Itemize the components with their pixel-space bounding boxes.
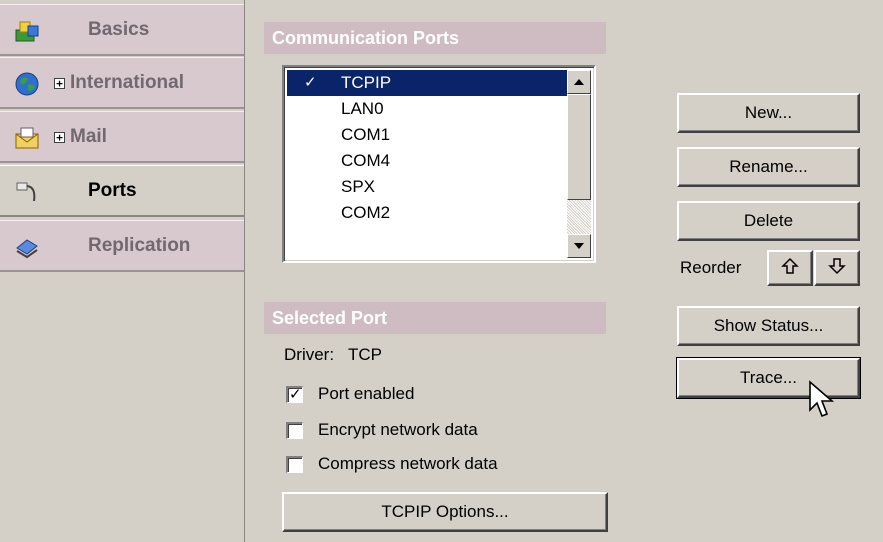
nav-item-ports[interactable]: Ports xyxy=(0,165,244,217)
encrypt-network-data-label[interactable]: Encrypt network data xyxy=(318,420,478,440)
settings-nav: Basics + International + Mail Ports Repl… xyxy=(0,0,245,542)
list-item[interactable]: LAN0 xyxy=(287,96,570,122)
nav-item-label: Ports xyxy=(88,180,137,201)
port-enabled-label[interactable]: Port enabled xyxy=(318,384,414,404)
encrypt-network-data-checkbox[interactable] xyxy=(286,422,303,439)
checkmark-icon: ✓ xyxy=(289,385,302,403)
nav-item-mail[interactable]: + Mail xyxy=(0,111,244,163)
new-button[interactable]: New... xyxy=(677,93,860,133)
list-item[interactable]: COM1 xyxy=(287,122,570,148)
scroll-down-button[interactable] xyxy=(567,234,591,258)
mail-icon xyxy=(14,125,40,151)
tcpip-options-button[interactable]: TCPIP Options... xyxy=(282,492,608,532)
replication-icon xyxy=(14,234,40,260)
ports-listbox[interactable]: ✓ TCPIP LAN0 COM1 COM4 SPX COM2 xyxy=(282,65,596,263)
arrow-up-icon xyxy=(780,256,800,281)
selected-port-header: Selected Port xyxy=(264,302,606,334)
nav-item-label: Basics xyxy=(88,19,150,40)
nav-item-label: Mail xyxy=(70,126,107,147)
ports-icon xyxy=(14,179,40,205)
mouse-cursor-icon xyxy=(808,380,836,429)
compress-network-data-label[interactable]: Compress network data xyxy=(318,454,498,474)
compress-network-data-checkbox[interactable] xyxy=(286,456,303,473)
basics-icon xyxy=(14,18,40,44)
driver-value: TCP xyxy=(348,345,382,364)
show-status-button[interactable]: Show Status... xyxy=(677,306,860,346)
expand-icon[interactable]: + xyxy=(54,132,65,143)
checkmark-icon: ✓ xyxy=(304,74,317,91)
list-item[interactable]: SPX xyxy=(287,174,570,200)
driver-label: Driver: xyxy=(284,345,335,364)
expand-icon[interactable]: + xyxy=(54,78,65,89)
move-up-button[interactable] xyxy=(767,250,813,286)
arrow-down-icon xyxy=(827,256,847,281)
rename-button[interactable]: Rename... xyxy=(677,147,860,187)
nav-divider xyxy=(244,0,245,542)
list-scrollbar[interactable] xyxy=(567,70,591,258)
move-down-button[interactable] xyxy=(814,250,860,286)
nav-item-label: International xyxy=(70,72,185,93)
list-item[interactable]: COM2 xyxy=(287,200,570,226)
reorder-label: Reorder xyxy=(680,258,742,277)
scroll-up-button[interactable] xyxy=(567,70,591,94)
list-item[interactable]: ✓ TCPIP xyxy=(287,70,570,96)
nav-item-label: Replication xyxy=(88,235,191,256)
nav-item-basics[interactable]: Basics xyxy=(0,4,244,56)
nav-item-international[interactable]: + International xyxy=(0,57,244,109)
nav-item-replication[interactable]: Replication xyxy=(0,220,244,272)
delete-button[interactable]: Delete xyxy=(677,201,860,241)
globe-icon xyxy=(14,71,40,97)
scroll-thumb[interactable] xyxy=(567,94,591,200)
communication-ports-header: Communication Ports xyxy=(264,22,606,54)
list-item[interactable]: COM4 xyxy=(287,148,570,174)
port-enabled-checkbox[interactable]: ✓ xyxy=(286,385,303,403)
